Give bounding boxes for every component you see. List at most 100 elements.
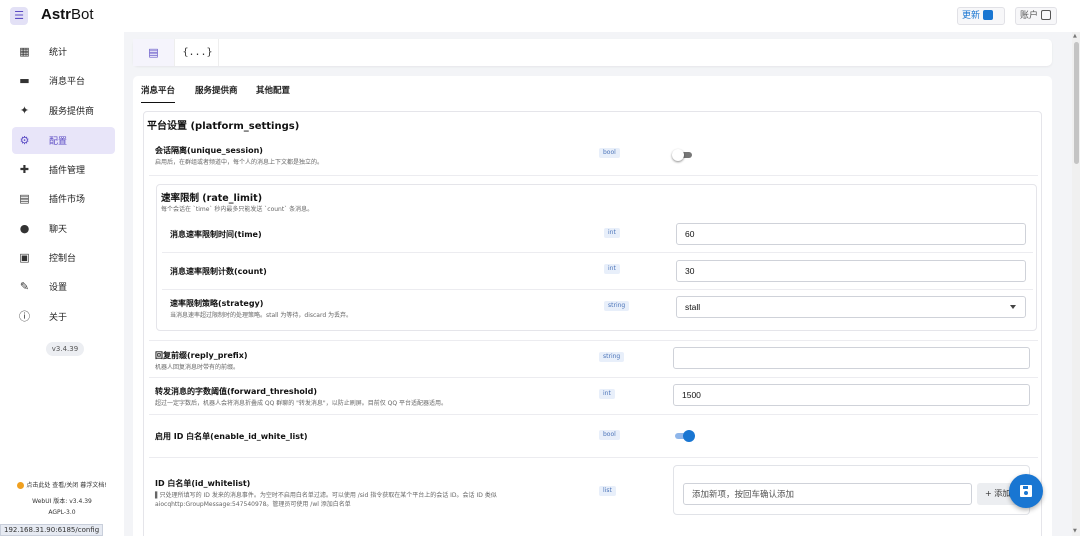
- version-chip: v3.4.39: [46, 342, 84, 356]
- type-chip: bool: [599, 148, 620, 158]
- enable-whitelist-label: 启用 ID 白名单(enable_id_white_list): [155, 432, 308, 441]
- editor-mode-toolbar: ▤ {...}: [133, 39, 1052, 66]
- rate-limit-strategy-select[interactable]: stall: [676, 296, 1026, 318]
- message-icon: ▬: [19, 74, 30, 87]
- id-whitelist-desc-line1: ▌只处理所填写的 ID 发来的消息事件。为空时不启用白名单过滤。可以使用 /si…: [155, 492, 497, 499]
- unique-session-desc: 启用后，在群组或者频道中，每个人的消息上下文都是独立的。: [155, 159, 324, 166]
- scroll-down-icon[interactable]: ▼: [1073, 528, 1077, 534]
- type-chip: list: [599, 486, 616, 496]
- tab-other[interactable]: 其他配置: [256, 84, 290, 96]
- sparkle-icon: ✦: [19, 104, 30, 117]
- rate-limit-count-input[interactable]: 30: [676, 260, 1026, 282]
- sidebar-item-label: 插件管理: [49, 166, 86, 176]
- sidebar-item-label: 统计: [49, 48, 68, 58]
- update-label: 更新: [962, 11, 981, 21]
- sidebar-item-label: 控制台: [49, 254, 77, 264]
- scroll-up-icon[interactable]: ▲: [1073, 33, 1077, 39]
- sidebar-item-plugin-market[interactable]: ▤ 插件市场: [12, 185, 115, 212]
- sidebar-item-label: 关于: [49, 313, 68, 323]
- forward-threshold-label: 转发消息的字数阈值(forward_threshold): [155, 387, 318, 396]
- reply-prefix-input[interactable]: [673, 347, 1030, 369]
- divider: [149, 377, 1038, 378]
- whitelist-new-item-input[interactable]: 添加新项，按回车确认添加: [683, 483, 972, 505]
- sidebar-item-providers[interactable]: ✦ 服务提供商: [12, 97, 115, 124]
- sidebar: ▦ 统计 ▬ 消息平台 ✦ 服务提供商 ⚙ 配置 ✚ 插件管理 ▤ 插件市场 ●…: [0, 32, 124, 536]
- type-chip: int: [599, 389, 615, 399]
- update-button[interactable]: 更新: [957, 7, 1005, 25]
- divider: [149, 175, 1038, 176]
- license-text: AGPL-3.0: [48, 509, 76, 516]
- sidebar-item-plugin-manage[interactable]: ✚ 插件管理: [12, 156, 115, 183]
- docs-toggle-link[interactable]: 点击此处 查看/关闭 暮浮文档!: [0, 480, 124, 489]
- sidebar-item-about[interactable]: ⓘ 关于: [12, 303, 115, 330]
- sidebar-item-label: 配置: [49, 137, 68, 147]
- menu-icon[interactable]: ☰: [10, 7, 28, 25]
- rate-limit-desc: 每个会话在 `time` 秒内最多只能发送 `count` 条消息。: [161, 206, 314, 213]
- sidebar-item-label: 插件市场: [49, 195, 86, 205]
- sidebar-item-chat[interactable]: ● 聊天: [12, 215, 115, 242]
- brand-rest: Bot: [71, 6, 94, 23]
- status-url: 192.168.31.90:6185/config: [0, 524, 104, 536]
- rate-limit-count-label: 消息速率限制计数(count): [170, 267, 267, 276]
- rate-limit-time-label: 消息速率限制时间(time): [170, 230, 262, 239]
- forward-threshold-input[interactable]: 1500: [673, 384, 1030, 406]
- update-icon: [983, 9, 994, 20]
- divider: [162, 252, 1033, 253]
- type-chip: string: [599, 352, 625, 362]
- id-whitelist-label: ID 白名单(id_whitelist): [155, 479, 251, 488]
- type-chip: int: [604, 264, 620, 274]
- divider: [149, 457, 1038, 458]
- rate-limit-title: 速率限制 (rate_limit): [161, 193, 263, 204]
- account-button[interactable]: 账户: [1015, 7, 1057, 25]
- console-icon: ▣: [19, 251, 30, 264]
- sidebar-item-stats[interactable]: ▦ 统计: [12, 38, 115, 65]
- scrollbar-thumb[interactable]: [1074, 42, 1079, 164]
- divider: [162, 289, 1033, 290]
- strategy-value: stall: [685, 302, 701, 312]
- info-icon: ⓘ: [19, 310, 30, 323]
- unique-session-toggle[interactable]: [672, 148, 694, 162]
- account-icon: [1041, 9, 1052, 20]
- app-brand: AstrBot: [41, 6, 94, 23]
- top-bar: ☰ AstrBot 更新 账户: [0, 0, 1080, 32]
- dashboard-icon: ▦: [19, 45, 30, 58]
- account-label: 账户: [1020, 11, 1039, 21]
- divider: [149, 340, 1038, 341]
- store-icon: ▤: [19, 192, 30, 205]
- type-chip: int: [604, 228, 620, 238]
- chevron-down-icon: [1010, 305, 1016, 309]
- type-chip: bool: [599, 430, 620, 440]
- unique-session-label: 会话隔离(unique_session): [155, 146, 263, 155]
- webui-version: WebUI 版本: v3.4.39: [32, 498, 92, 505]
- chat-icon: ●: [19, 222, 30, 235]
- gear-icon: ⚙: [19, 134, 30, 147]
- sidebar-item-config[interactable]: ⚙ 配置: [12, 127, 115, 154]
- brand-bold: Astr: [41, 6, 72, 23]
- sidebar-item-platforms[interactable]: ▬ 消息平台: [12, 67, 115, 94]
- sidebar-item-settings[interactable]: ✎ 设置: [12, 273, 115, 300]
- toggle-knob: [683, 430, 695, 442]
- save-icon: [1020, 485, 1032, 497]
- sidebar-item-console[interactable]: ▣ 控制台: [12, 244, 115, 271]
- id-whitelist-desc-line2: aiocqhttp:GroupMessage:547540978。管理员可使用 …: [155, 501, 351, 508]
- sidebar-item-label: 聊天: [49, 225, 68, 235]
- forward-threshold-desc: 超过一定字数后，机器人会将消息折叠成 QQ 群聊的 "转发消息"，以防止刷屏。目…: [155, 400, 447, 407]
- sidebar-item-label: 设置: [49, 283, 68, 293]
- reply-prefix-label: 回复前缀(reply_prefix): [155, 351, 248, 360]
- reply-prefix-desc: 机器人回复消息时带有的前缀。: [155, 364, 240, 371]
- enable-whitelist-toggle[interactable]: [673, 429, 695, 443]
- docs-toggle-text: 点击此处 查看/关闭 暮浮文档!: [26, 482, 107, 489]
- wrench-icon: ✎: [19, 280, 30, 293]
- toggle-knob: [672, 149, 684, 161]
- json-mode-label: {...}: [182, 47, 213, 58]
- puzzle-icon: ✚: [19, 163, 30, 176]
- tab-platforms[interactable]: 消息平台: [141, 84, 176, 103]
- rate-limit-time-input[interactable]: 60: [676, 223, 1026, 245]
- type-chip: string: [604, 301, 630, 311]
- rate-limit-strategy-label: 速率限制策略(strategy): [170, 299, 264, 308]
- tab-providers[interactable]: 服务提供商: [195, 84, 238, 96]
- divider: [149, 414, 1038, 415]
- save-button[interactable]: [1009, 474, 1043, 508]
- form-mode-button[interactable]: ▤: [133, 39, 175, 66]
- json-mode-button[interactable]: {...}: [177, 39, 219, 66]
